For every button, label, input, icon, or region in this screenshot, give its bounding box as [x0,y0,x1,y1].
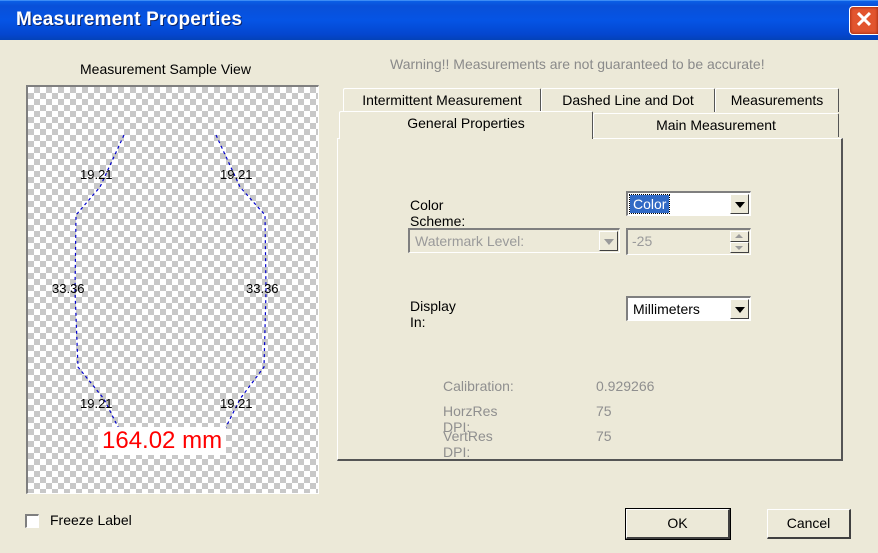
calibration-label: Calibration: [443,378,514,394]
segment-label: 19.21 [220,396,253,411]
segment-label: 33.36 [246,281,279,296]
segment-label: 33.36 [52,281,85,296]
watermark-level-value: -25 [632,233,653,249]
ok-button[interactable]: OK [625,508,731,540]
tab-measurements[interactable]: Measurements [715,88,839,112]
freeze-label-checkbox[interactable] [25,514,39,528]
display-in-value: Millimeters [633,301,700,317]
tab-dashed-line-and-dot[interactable]: Dashed Line and Dot [541,88,715,112]
cancel-button[interactable]: Cancel [767,509,851,539]
sample-view-caption: Measurement Sample View [80,61,251,77]
watermark-level-dropdown[interactable]: Watermark Level: [408,228,620,253]
watermark-level-stepper[interactable]: -25 [626,228,751,255]
tab-general-properties[interactable]: General Properties [339,111,593,139]
title-bar[interactable]: Measurement Properties ✕ [0,0,878,40]
freeze-label-text: Freeze Label [50,512,132,528]
window-title: Measurement Properties [16,9,243,30]
spin-down-icon[interactable] [730,242,749,253]
segment-label: 19.21 [80,167,113,182]
watermark-level-label: Watermark Level: [415,233,525,249]
color-scheme-dropdown[interactable]: Color [626,191,751,216]
chevron-down-icon[interactable] [730,194,749,214]
measurement-sample-view: 19.21 19.21 33.36 33.36 19.21 19.21 164.… [26,85,319,494]
display-in-label: Display In: [410,298,456,330]
accuracy-warning: Warning!! Measurements are not guarantee… [390,56,765,72]
chevron-down-icon[interactable] [599,231,618,251]
vert-res-value: 75 [596,428,612,444]
calibration-value: 0.929266 [596,378,655,394]
color-scheme-label: Color Scheme: [410,197,466,229]
segment-label: 19.21 [80,396,113,411]
display-in-dropdown[interactable]: Millimeters [626,296,751,321]
vert-res-label: VertRes DPI: [443,428,493,460]
horz-res-value: 75 [596,403,612,419]
color-scheme-value: Color [628,194,671,214]
tab-main-measurement[interactable]: Main Measurement [593,113,839,137]
segment-label: 19.21 [220,167,253,182]
tab-intermittent-measurement[interactable]: Intermittent Measurement [343,88,541,112]
spin-up-icon[interactable] [730,231,749,242]
chevron-down-icon[interactable] [730,299,749,319]
close-icon[interactable]: ✕ [849,6,878,35]
total-measurement-label: 164.02 mm [98,427,227,455]
